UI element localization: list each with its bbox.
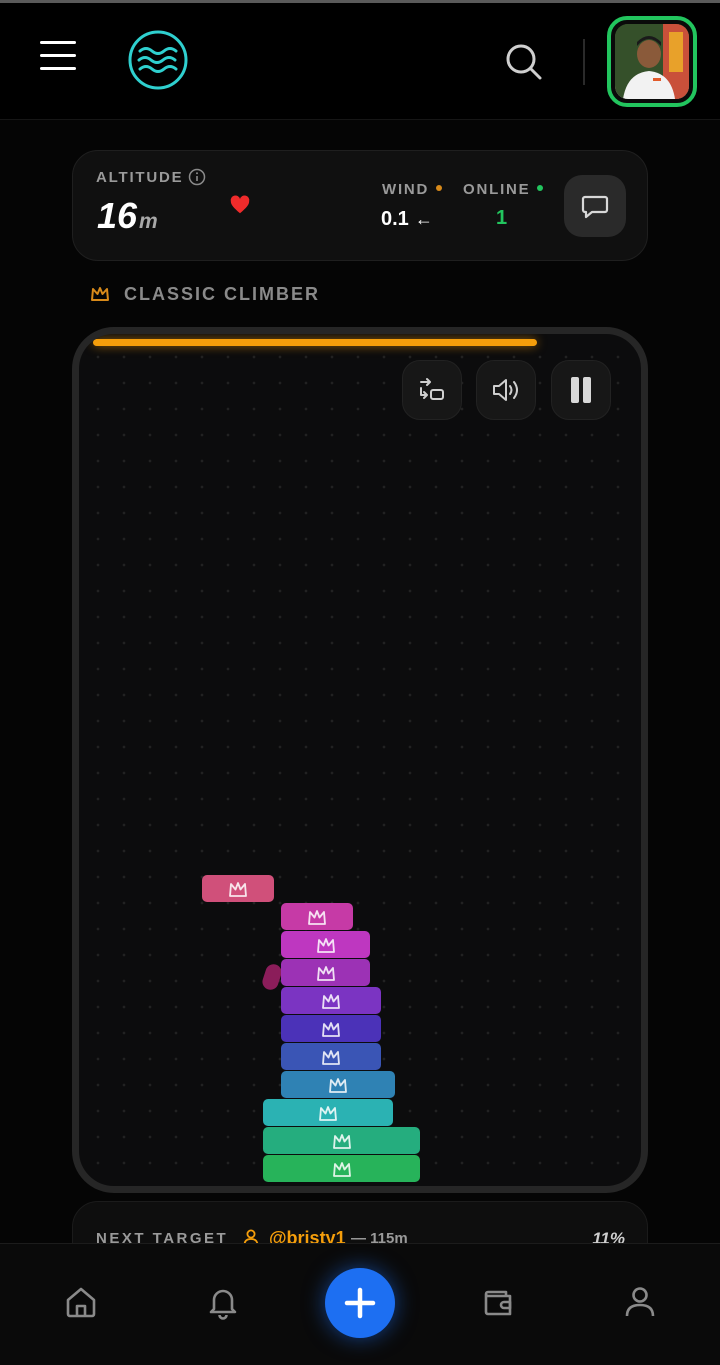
stack-block (281, 987, 381, 1014)
add-button[interactable] (325, 1268, 395, 1338)
game-mode-label: CLASSIC CLIMBER (124, 283, 320, 304)
volume-button[interactable] (476, 360, 536, 420)
chat-icon (581, 195, 609, 219)
header-divider (583, 39, 585, 85)
stack-block (263, 1127, 420, 1154)
add-icon (344, 1287, 376, 1319)
info-icon[interactable] (188, 168, 206, 186)
game-mode: CLASSIC CLIMBER (90, 283, 320, 305)
chat-button[interactable] (564, 175, 626, 237)
altitude-value: 16m (97, 195, 158, 236)
home-icon[interactable] (61, 1282, 101, 1322)
altitude-progress-bar (93, 339, 537, 346)
hamburger-menu-icon[interactable] (40, 41, 80, 75)
crown-icon (316, 937, 335, 953)
online-status-dot (537, 185, 544, 191)
swap-button[interactable] (402, 360, 462, 420)
altitude-label: ALTITUDE (96, 169, 184, 186)
altitude-unit: m (139, 210, 158, 233)
crown-icon (91, 287, 109, 301)
swap-icon (420, 378, 444, 400)
game-canvas[interactable] (72, 327, 648, 1193)
volume-icon (493, 379, 518, 401)
stack-block (281, 1015, 381, 1042)
stack-block (263, 1099, 393, 1126)
wind-value: 0.1 ← (381, 208, 433, 230)
crown-icon (322, 1049, 340, 1065)
bell-icon[interactable] (203, 1282, 243, 1322)
stack-block (281, 931, 370, 958)
crown-icon (322, 1021, 340, 1037)
crown-icon (229, 881, 247, 897)
stack-block (281, 903, 353, 930)
stack-block (281, 1071, 395, 1098)
heart-icon (229, 194, 251, 216)
online-label: ONLINE (463, 181, 544, 198)
stack-block (281, 1043, 381, 1070)
crown-icon (308, 909, 326, 925)
wind-status-dot (436, 185, 443, 191)
search-icon[interactable] (503, 41, 543, 81)
stack-block (281, 959, 370, 986)
stack-block (263, 1155, 420, 1182)
crown-icon (329, 1077, 347, 1093)
user-avatar[interactable] (607, 16, 697, 107)
stack-block (202, 875, 274, 902)
pause-button[interactable] (551, 360, 611, 420)
online-count: 1 (496, 207, 508, 229)
crown-icon (332, 1133, 351, 1149)
crown-icon (316, 965, 335, 981)
bottom-nav (0, 1243, 720, 1365)
crown-icon (319, 1105, 337, 1121)
app-header (0, 3, 720, 120)
wallet-icon[interactable] (478, 1282, 518, 1322)
wind-label: WIND (382, 181, 443, 198)
pause-icon (571, 377, 591, 403)
stats-card: ALTITUDE 16m WIND 0.1 ← ONLINE 1 (72, 150, 648, 261)
wind-direction-arrow: ← (414, 209, 433, 229)
profile-icon[interactable] (620, 1282, 660, 1322)
crown-icon (332, 1161, 351, 1177)
crown-icon (322, 993, 340, 1009)
avatar-photo (615, 24, 689, 99)
waves-logo-icon[interactable] (127, 29, 189, 91)
